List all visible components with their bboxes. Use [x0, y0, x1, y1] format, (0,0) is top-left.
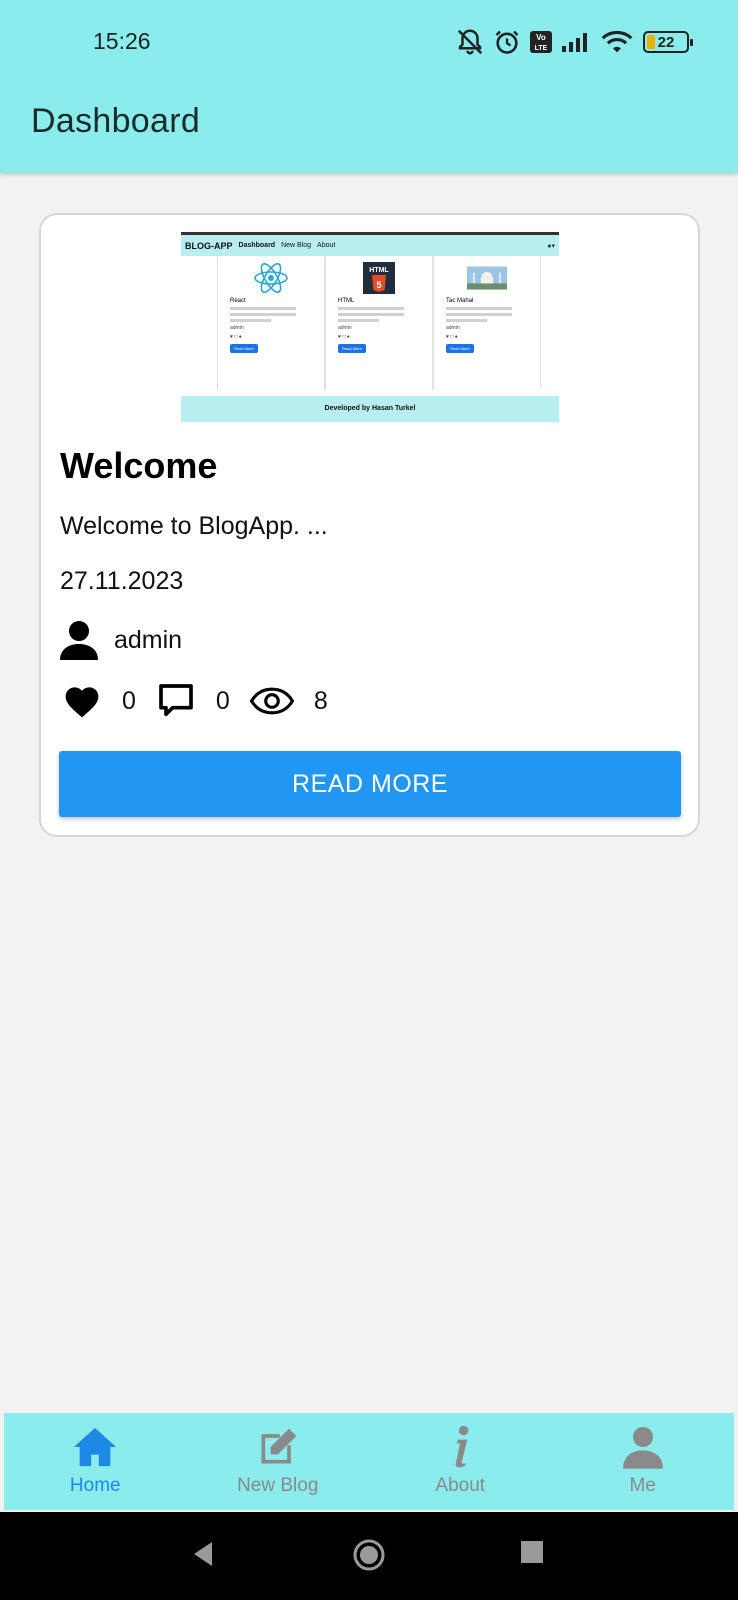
- stats-row: 0 0 8: [62, 681, 348, 721]
- info-icon: [455, 1425, 469, 1468]
- home-circle-icon[interactable]: [352, 1538, 386, 1572]
- svg-text:5: 5: [376, 280, 381, 290]
- muted-bell-icon: [457, 29, 483, 55]
- eye-icon: [249, 687, 294, 715]
- read-more-button[interactable]: READ MORE: [59, 751, 681, 817]
- battery-indicator: 22: [643, 31, 693, 53]
- thumbnail-post: React admin ♥ □ ● Read More: [217, 256, 325, 390]
- svg-text:Vo: Vo: [536, 33, 546, 42]
- edit-icon: [261, 1428, 297, 1464]
- author-name: admin: [114, 625, 183, 654]
- wifi-icon: [601, 30, 633, 53]
- html5-logo-icon: HTML 5: [359, 262, 399, 294]
- thumbnail-post-author: admin: [338, 325, 352, 331]
- nav-label-new-blog: New Blog: [237, 1475, 319, 1496]
- view-count: 8: [313, 686, 328, 715]
- svg-text:HTML: HTML: [369, 267, 389, 274]
- thumbnail-post-author: admin: [446, 325, 460, 331]
- thumbnail-post-author: admin: [230, 325, 244, 331]
- thumbnail-read-more: Read More: [446, 344, 474, 353]
- page-title: Dashboard: [31, 102, 201, 140]
- thumbnail-nav-item: About: [317, 242, 336, 249]
- blog-description: Welcome to BlogApp. ...: [60, 512, 328, 540]
- thumbnail-nav-item: New Blog: [281, 242, 312, 249]
- thumbnail-post-title: HTML: [338, 298, 355, 304]
- recents-icon[interactable]: [520, 1540, 544, 1564]
- nav-item-me[interactable]: Me: [552, 1413, 735, 1510]
- blog-title: Welcome: [60, 445, 218, 486]
- comment-icon[interactable]: [156, 681, 196, 721]
- comment-count: 0: [215, 686, 230, 715]
- volte-icon: Vo LTE: [530, 31, 552, 53]
- app-header: 15:26 Vo LTE 22 Dashboard: [0, 0, 738, 173]
- thumbnail-nav-item: Dashboard: [238, 242, 276, 249]
- thumbnail-brand: BLOG-APP: [185, 240, 233, 251]
- thumbnail-navbar: BLOG-APP Dashboard New Blog About ●▾: [181, 232, 559, 256]
- thumbnail-footer: Developed by Hasan Turkel: [181, 396, 559, 422]
- status-icons: Vo LTE 22: [455, 26, 693, 58]
- battery-fill: [647, 35, 655, 49]
- bottom-navigation: Home New Blog About Me: [4, 1413, 734, 1510]
- nav-item-about[interactable]: About: [369, 1413, 552, 1510]
- react-logo-icon: [251, 262, 291, 294]
- status-bar: 15:26 Vo LTE 22: [0, 0, 738, 86]
- like-count: 0: [122, 686, 136, 715]
- thumbnail-read-more: Read More: [338, 344, 366, 353]
- heart-icon[interactable]: [62, 683, 102, 719]
- author-row: admin: [60, 618, 182, 662]
- system-navigation-bar: [0, 1512, 738, 1600]
- home-icon: [74, 1427, 117, 1467]
- thumbnail-post-title: Tac Mahal: [446, 298, 474, 304]
- svg-text:LTE: LTE: [535, 45, 548, 52]
- signal-icon: [562, 33, 587, 52]
- nav-label-about: About: [435, 1475, 486, 1496]
- nav-item-home[interactable]: Home: [4, 1413, 187, 1510]
- back-icon[interactable]: [190, 1540, 216, 1568]
- taj-mahal-photo-icon: [467, 262, 507, 294]
- thumbnail-user-icon: ●▾: [547, 242, 555, 250]
- nav-label-home: Home: [69, 1475, 121, 1496]
- person-icon: [622, 1427, 663, 1469]
- thumbnail-post-title: React: [230, 298, 246, 304]
- status-time: 15:26: [93, 28, 151, 54]
- blog-thumbnail: BLOG-APP Dashboard New Blog About ●▾ Rea…: [181, 232, 559, 422]
- battery-level: 22: [657, 33, 675, 51]
- nav-label-me: Me: [629, 1475, 656, 1496]
- blog-date: 27.11.2023: [60, 567, 184, 595]
- thumbnail-post: Tac Mahal admin ♥ □ ● Read More: [433, 256, 541, 390]
- nav-item-new-blog[interactable]: New Blog: [187, 1413, 370, 1510]
- person-icon: [60, 621, 98, 660]
- thumbnail-read-more: Read More: [230, 344, 258, 353]
- blog-card[interactable]: BLOG-APP Dashboard New Blog About ●▾ Rea…: [39, 213, 700, 837]
- alarm-icon: [495, 30, 519, 54]
- thumbnail-post: HTML 5 HTML admin ♥ □ ● Read More: [325, 256, 433, 390]
